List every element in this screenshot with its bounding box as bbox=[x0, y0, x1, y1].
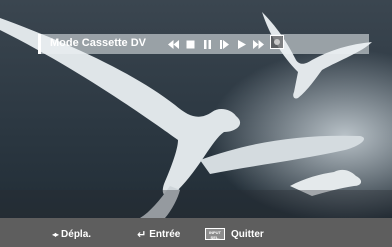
step-icon[interactable] bbox=[219, 39, 230, 50]
stop-icon[interactable] bbox=[185, 39, 196, 50]
record-button[interactable] bbox=[270, 35, 284, 49]
hint-enter-label: Entrée bbox=[149, 228, 181, 240]
pause-icon[interactable] bbox=[202, 39, 213, 50]
osd-accent-stripe bbox=[38, 34, 41, 54]
translucent-panel bbox=[0, 190, 392, 218]
hint-exit-label: Quitter bbox=[231, 228, 264, 240]
enter-icon: ↵ bbox=[137, 228, 147, 241]
hint-exit: INPUT SEL. Quitter bbox=[205, 227, 264, 241]
play-icon[interactable] bbox=[236, 39, 247, 50]
rewind-icon[interactable] bbox=[168, 39, 179, 50]
osd-mode-title: Mode Cassette DV bbox=[50, 37, 146, 49]
hint-enter: ↵ Entrée bbox=[137, 227, 180, 241]
fast-forward-icon[interactable] bbox=[253, 39, 264, 50]
record-icon bbox=[274, 39, 280, 45]
transport-controls bbox=[168, 37, 264, 51]
hint-move: ◂▸ Dépla. bbox=[52, 227, 91, 241]
input-sel-key-icon: INPUT SEL. bbox=[205, 228, 225, 240]
hint-move-label: Dépla. bbox=[61, 228, 92, 240]
left-right-arrows-icon: ◂▸ bbox=[52, 229, 59, 239]
tv-screen: Mode Cassette DV ◂▸ Dépla. ↵ Entrée INPU… bbox=[0, 0, 392, 247]
